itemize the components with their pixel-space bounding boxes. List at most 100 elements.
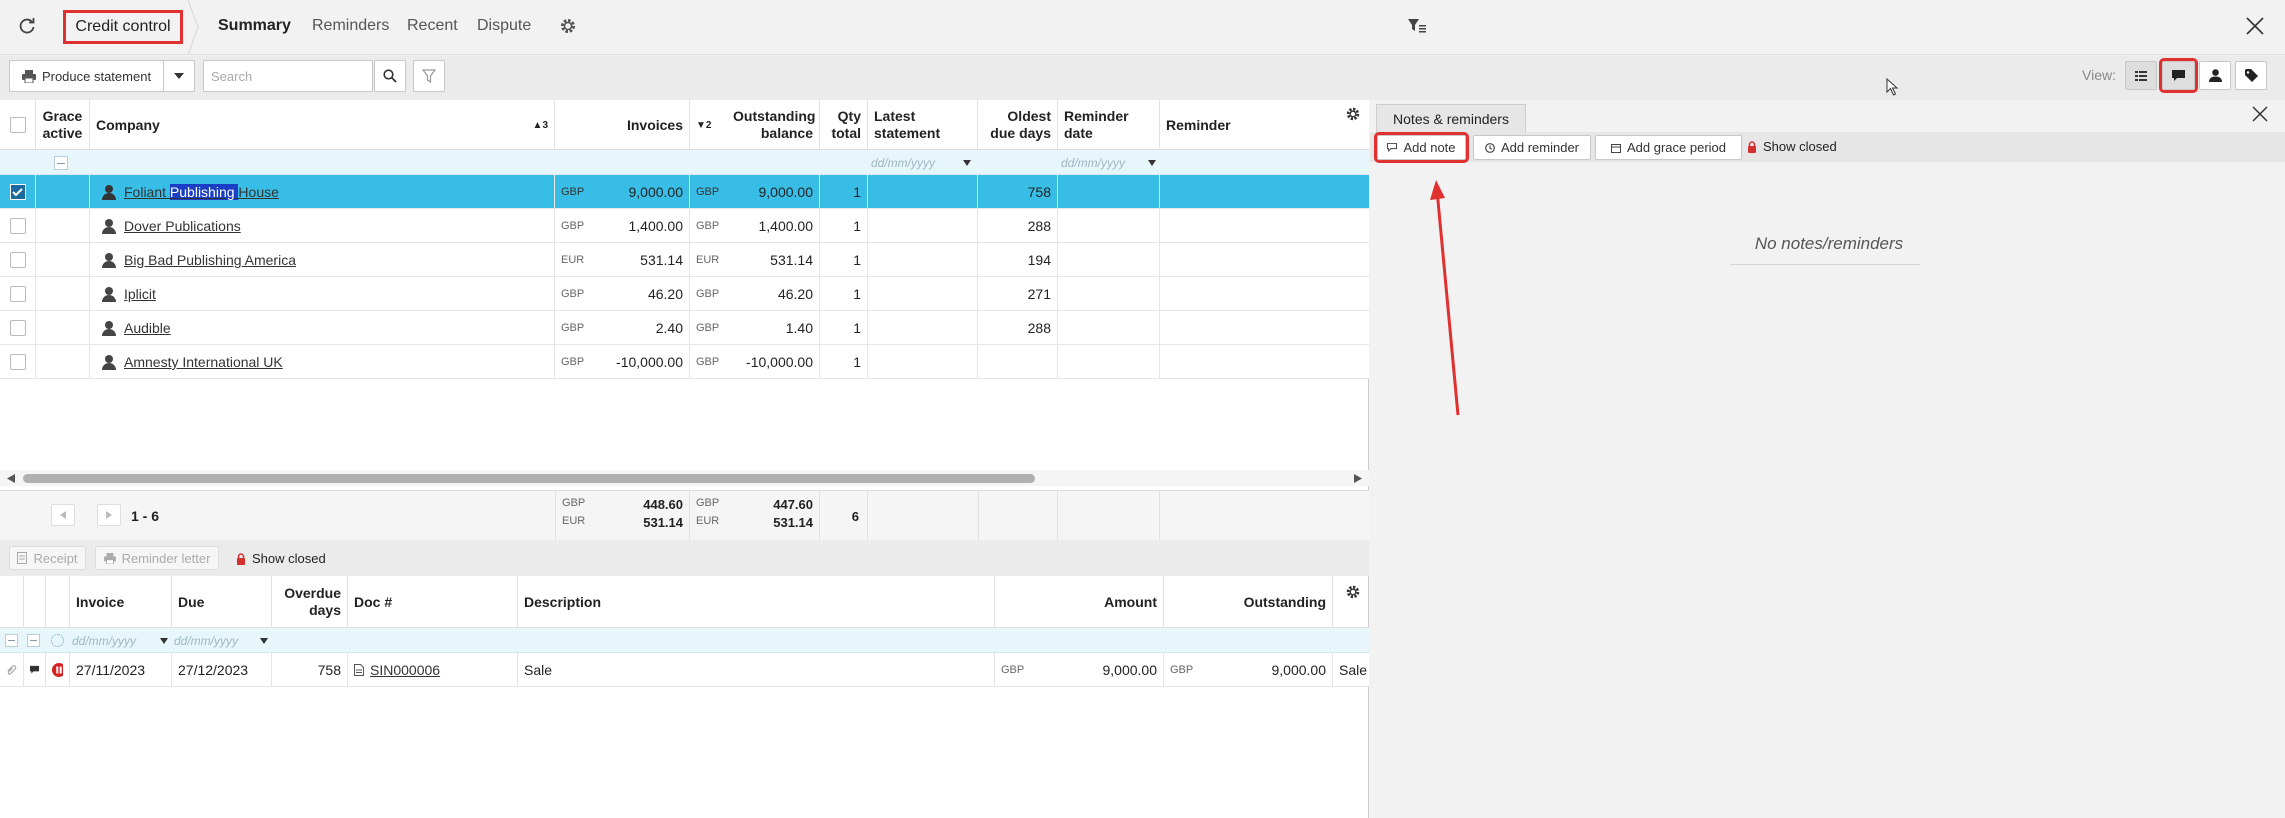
row-checkbox[interactable] <box>9 218 26 234</box>
table-row[interactable]: Iplicit GBP 46.20 GBP 46.20 1 271 <box>0 277 1369 311</box>
paperclip-icon[interactable] <box>6 664 17 676</box>
invoice-date-filter[interactable]: dd/mm/yyyy <box>72 632 168 649</box>
row-checkbox[interactable] <box>9 320 26 336</box>
company-link[interactable]: Dover Publications <box>124 218 241 234</box>
due-date-filter[interactable]: dd/mm/yyyy <box>174 632 268 649</box>
next-page-button[interactable] <box>97 504 121 526</box>
scroll-right-arrow-icon[interactable] <box>1354 474 1362 483</box>
empty-message-underline <box>1730 264 1920 265</box>
row-checkbox[interactable] <box>9 252 26 268</box>
select-all-checkbox[interactable] <box>9 117 26 133</box>
table-row[interactable]: Big Bad Publishing America EUR 531.14 EUR… <box>0 243 1369 277</box>
col-invoice[interactable]: Invoice <box>70 576 172 628</box>
refresh-icon[interactable] <box>17 16 37 36</box>
invoice-row[interactable]: 27/11/2023 27/12/2023 758 SIN000006 Sale… <box>0 653 1369 687</box>
table-row[interactable]: Audible GBP 2.40 GBP 1.40 1 288 <box>0 311 1369 345</box>
table-row[interactable]: Dover Publications GBP 1,400.00 GBP 1,400.… <box>0 209 1369 243</box>
note-filter-toggle[interactable] <box>27 634 40 647</box>
add-reminder-button[interactable]: Add reminder <box>1473 135 1591 160</box>
view-list-button[interactable] <box>2125 61 2157 90</box>
description-cell: Sale <box>518 653 995 687</box>
reminder-letter-button[interactable]: Reminder letter <box>95 546 219 570</box>
tab-recent[interactable]: Recent <box>407 17 458 35</box>
col-oldest-due-days[interactable]: Oldest due days <box>978 100 1058 150</box>
col-outstanding[interactable]: Outstanding <box>1164 576 1333 628</box>
receipt-button[interactable]: Receipt <box>9 546 86 570</box>
show-closed-toggle[interactable]: Show closed <box>236 551 326 566</box>
add-reminder-label: Add reminder <box>1500 140 1580 155</box>
notes-tab[interactable]: Notes & reminders <box>1376 104 1526 132</box>
row-select-cell <box>0 175 36 209</box>
status-filter-toggle[interactable] <box>51 634 64 647</box>
grace-filter-toggle[interactable] <box>54 156 68 170</box>
tab-reminders[interactable]: Reminders <box>312 17 389 35</box>
outstanding-amount: 1,400.00 <box>758 218 814 234</box>
latest-statement-filter[interactable]: dd/mm/yyyy <box>871 154 971 171</box>
pause-status-icon[interactable] <box>52 663 63 677</box>
company-link[interactable]: Iplicit <box>124 286 156 302</box>
col-company[interactable]: Company ▲3 <box>90 100 555 150</box>
produce-statement-button[interactable]: Produce statement <box>9 60 164 92</box>
company-cell: Dover Publications <box>90 209 555 243</box>
company-link[interactable]: Foliant Publishing House <box>124 184 279 200</box>
tab-dispute[interactable]: Dispute <box>477 17 531 35</box>
comment-icon[interactable] <box>30 665 39 675</box>
view-contact-button[interactable] <box>2199 61 2231 90</box>
row-checkbox[interactable] <box>9 354 26 370</box>
currency-code: GBP <box>696 322 720 334</box>
col-amount[interactable]: Amount <box>995 576 1164 628</box>
horizontal-scrollbar[interactable] <box>0 470 1369 486</box>
col-grace-active[interactable]: Grace active <box>36 100 90 150</box>
grid-settings-gear-icon[interactable] <box>1345 106 1361 122</box>
company-link[interactable]: Big Bad Publishing America <box>124 252 296 268</box>
col-qty-total[interactable]: Qty total <box>820 100 868 150</box>
produce-statement-dropdown[interactable] <box>163 60 195 92</box>
filter-button[interactable] <box>413 60 445 92</box>
view-notes-button[interactable] <box>2159 58 2198 93</box>
grid-footer: 1 - 6 GBP 448.60 EUR 531.14 GBP 447.60 EUR 5… <box>0 490 1369 541</box>
invoice-grid-settings-gear-icon[interactable] <box>1345 584 1361 600</box>
total-amount: 531.14 <box>643 515 683 530</box>
col-due[interactable]: Due <box>172 576 272 628</box>
add-note-button[interactable]: Add note <box>1374 132 1469 163</box>
doc-number-link[interactable]: SIN000006 <box>370 662 440 678</box>
lock-icon <box>237 552 245 565</box>
grace-cell <box>36 345 90 379</box>
table-row[interactable]: Foliant Publishing House GBP 9,000.00 GB… <box>0 175 1369 209</box>
tab-summary[interactable]: Summary <box>218 17 291 35</box>
currency-code: GBP <box>696 497 720 509</box>
col-outstanding[interactable]: ▼2 Outstanding balance <box>690 100 820 150</box>
company-link[interactable]: Audible <box>124 320 171 336</box>
reminder-date-filter[interactable]: dd/mm/yyyy <box>1061 154 1156 171</box>
col-overdue-days[interactable]: Overdue days <box>272 576 348 628</box>
row-checkbox-checked[interactable] <box>9 184 26 200</box>
filter-clear-icon[interactable] <box>1408 18 1426 34</box>
search-button[interactable] <box>374 60 406 92</box>
latest-statement-cell <box>868 277 978 311</box>
col-reminder[interactable]: Reminder <box>1160 100 1340 150</box>
search-field[interactable]: Search <box>203 60 373 92</box>
prev-page-button[interactable] <box>51 504 75 526</box>
notes-show-closed-toggle[interactable]: Show closed <box>1747 139 1837 154</box>
table-row[interactable]: Amnesty International UK GBP -10,000.00 G… <box>0 345 1369 379</box>
col-invoices[interactable]: Invoices <box>555 100 690 150</box>
currency-code: GBP <box>696 288 720 300</box>
calendar-icon <box>1610 143 1621 153</box>
scroll-left-arrow-icon[interactable] <box>7 474 15 483</box>
oldest-due-cell: 194 <box>978 243 1058 277</box>
add-grace-period-button[interactable]: Add grace period <box>1595 135 1742 160</box>
scrollbar-thumb[interactable] <box>23 474 1035 483</box>
view-tags-button[interactable] <box>2235 61 2267 90</box>
col-latest-statement[interactable]: Latest statement <box>868 100 978 150</box>
row-checkbox[interactable] <box>9 286 26 302</box>
col-doc-number[interactable]: Doc # <box>348 576 518 628</box>
col-reminder-date[interactable]: Reminder date <box>1058 100 1160 150</box>
close-window-icon[interactable] <box>2246 17 2264 35</box>
invoices-amount: -10,000.00 <box>616 354 683 370</box>
company-link[interactable]: Amnesty International UK <box>124 354 283 370</box>
col-description[interactable]: Description <box>518 576 995 628</box>
settings-gear-icon[interactable] <box>559 17 577 35</box>
attach-filter-toggle[interactable] <box>5 634 18 647</box>
close-notes-panel-icon[interactable] <box>2252 106 2268 122</box>
amount-value: 9,000.00 <box>1102 662 1158 678</box>
